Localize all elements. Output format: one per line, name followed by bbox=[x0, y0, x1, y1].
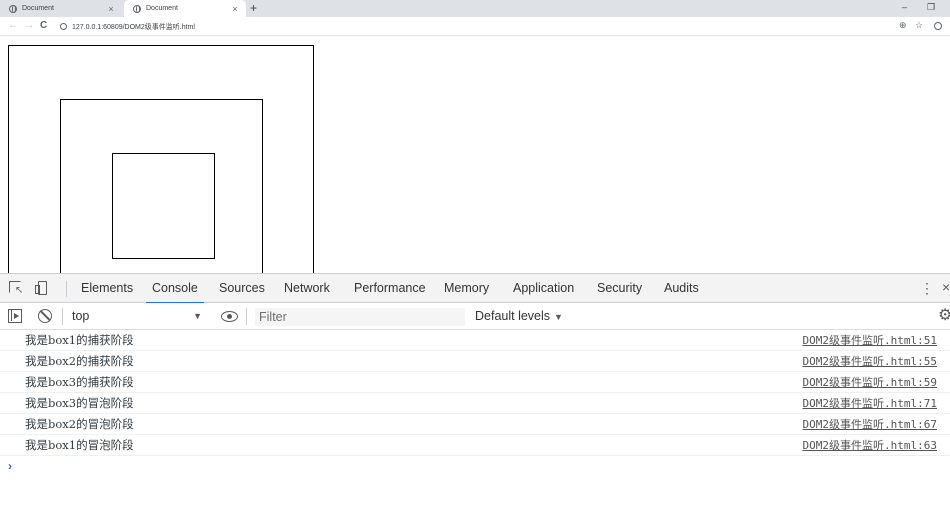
tab-application[interactable]: Application bbox=[513, 274, 574, 303]
log-message: 我是box2的捕获阶段 bbox=[25, 354, 134, 368]
tab-close-icon[interactable]: × bbox=[228, 4, 242, 14]
browser-tab-document-1[interactable]: Document × bbox=[0, 0, 122, 17]
maximize-icon[interactable]: ❐ bbox=[927, 2, 935, 13]
console-filter-input[interactable] bbox=[255, 308, 465, 326]
levels-label: Default levels bbox=[475, 309, 551, 323]
tab-close-icon[interactable]: × bbox=[104, 4, 118, 14]
console-settings-gear-icon[interactable]: ⚙ bbox=[938, 308, 950, 324]
more-options-icon[interactable]: ⋮ bbox=[920, 280, 934, 296]
log-message: 我是box3的捕获阶段 bbox=[25, 375, 134, 389]
log-message: 我是box1的冒泡阶段 bbox=[25, 438, 134, 452]
divider bbox=[62, 308, 63, 325]
log-levels-dropdown[interactable]: Default levels ▼ bbox=[475, 307, 563, 326]
box3[interactable] bbox=[112, 153, 215, 259]
chevron-down-icon: ▼ bbox=[193, 311, 202, 321]
log-source-link[interactable]: DOM2级事件监听.html:63 bbox=[803, 439, 937, 453]
devtools-panel: ↖ Elements Console Sources Network Perfo… bbox=[0, 273, 950, 520]
new-tab-button[interactable]: + bbox=[250, 1, 257, 16]
back-icon[interactable]: ← bbox=[8, 20, 18, 32]
log-row: 我是box3的冒泡阶段 DOM2级事件监听.html:71 bbox=[0, 393, 950, 414]
log-row: 我是box1的捕获阶段 DOM2级事件监听.html:51 bbox=[0, 330, 950, 351]
log-source-link[interactable]: DOM2级事件监听.html:71 bbox=[803, 397, 937, 411]
globe-icon bbox=[9, 4, 17, 13]
chevron-down-icon: ▼ bbox=[554, 312, 563, 322]
close-devtools-icon[interactable]: × bbox=[942, 279, 950, 295]
tab-title: Document bbox=[146, 5, 178, 12]
box1[interactable] bbox=[8, 45, 314, 273]
log-row: 我是box3的捕获阶段 DOM2级事件监听.html:59 bbox=[0, 372, 950, 393]
log-row: 我是box2的捕获阶段 DOM2级事件监听.html:55 bbox=[0, 351, 950, 372]
profile-icon[interactable] bbox=[934, 22, 942, 30]
console-prompt-icon[interactable]: › bbox=[8, 459, 12, 473]
browser-toolbar: ← → C 127.0.0.1:60809/DOM2级事件监听.html ⊕ ☆ bbox=[0, 17, 950, 36]
page-viewport bbox=[0, 37, 950, 273]
reload-icon[interactable]: C bbox=[40, 20, 47, 32]
live-expression-eye-icon[interactable] bbox=[221, 311, 238, 322]
forward-icon[interactable]: → bbox=[24, 20, 34, 32]
clear-console-icon[interactable] bbox=[38, 309, 52, 323]
tab-sources[interactable]: Sources bbox=[219, 274, 265, 303]
box2[interactable] bbox=[60, 99, 263, 273]
minimize-icon[interactable]: – bbox=[902, 2, 907, 12]
tab-network[interactable]: Network bbox=[284, 274, 330, 303]
show-sidebar-icon[interactable] bbox=[8, 309, 22, 323]
browser-tab-strip: Document × Document × + – ❐ bbox=[0, 0, 950, 17]
tab-title: Document bbox=[22, 5, 54, 12]
log-row: 我是box1的冒泡阶段 DOM2级事件监听.html:63 bbox=[0, 435, 950, 456]
tab-memory[interactable]: Memory bbox=[444, 274, 489, 303]
log-message: 我是box3的冒泡阶段 bbox=[25, 396, 134, 410]
tab-performance[interactable]: Performance bbox=[354, 274, 426, 303]
globe-icon bbox=[133, 4, 141, 13]
divider bbox=[246, 308, 247, 325]
address-bar[interactable]: 127.0.0.1:60809/DOM2级事件监听.html bbox=[60, 19, 890, 34]
log-message: 我是box2的冒泡阶段 bbox=[25, 417, 134, 431]
log-message: 我是box1的捕获阶段 bbox=[25, 333, 134, 347]
log-source-link[interactable]: DOM2级事件监听.html:55 bbox=[803, 355, 937, 369]
url-text: 127.0.0.1:60809/DOM2级事件监听.html bbox=[72, 23, 195, 31]
star-icon[interactable]: ☆ bbox=[915, 20, 923, 31]
zoom-icon[interactable]: ⊕ bbox=[899, 20, 907, 31]
console-log: 我是box1的捕获阶段 DOM2级事件监听.html:51 我是box2的捕获阶… bbox=[0, 330, 950, 456]
log-source-link[interactable]: DOM2级事件监听.html:59 bbox=[803, 376, 937, 390]
devtools-tab-bar: ↖ Elements Console Sources Network Perfo… bbox=[0, 274, 950, 304]
info-icon[interactable] bbox=[60, 23, 67, 30]
browser-tab-document-2[interactable]: Document × bbox=[124, 0, 246, 17]
context-selector[interactable]: top ▼ bbox=[68, 307, 208, 326]
inspect-element-icon[interactable]: ↖ bbox=[8, 280, 26, 298]
tab-security[interactable]: Security bbox=[597, 274, 642, 303]
context-value: top bbox=[72, 309, 90, 323]
divider bbox=[66, 281, 67, 297]
device-toolbar-icon[interactable] bbox=[34, 280, 52, 298]
tab-elements[interactable]: Elements bbox=[81, 274, 133, 303]
tab-audits[interactable]: Audits bbox=[664, 274, 699, 303]
console-toolbar: top ▼ Default levels▼ ⚙ bbox=[0, 303, 950, 330]
log-source-link[interactable]: DOM2级事件监听.html:67 bbox=[803, 418, 937, 432]
log-row: 我是box2的冒泡阶段 DOM2级事件监听.html:67 bbox=[0, 414, 950, 435]
tab-console[interactable]: Console bbox=[146, 274, 204, 304]
log-source-link[interactable]: DOM2级事件监听.html:51 bbox=[803, 334, 937, 348]
